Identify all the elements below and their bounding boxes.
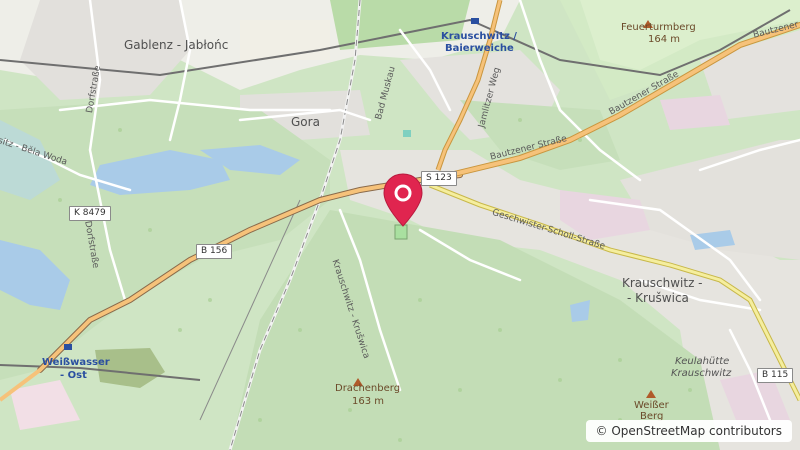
- road-shield-b115: B 115: [757, 368, 794, 383]
- town-label-gablenz: Gablenz - Jabłońc: [124, 38, 229, 52]
- map-attribution[interactable]: © OpenStreetMap contributors: [585, 420, 792, 442]
- road-shield-b156: B 156: [196, 244, 233, 259]
- town-label-krauschwitz-2: - Krušwica: [627, 291, 689, 305]
- peak-label-feuerturmberg: Feuerturmberg: [621, 22, 696, 33]
- station-label-krauschwitz-1: Krauschwitz /: [441, 31, 517, 42]
- town-label-gora: Gora: [291, 115, 320, 129]
- station-label-krauschwitz-2: Baierweiche: [445, 43, 514, 54]
- map-view[interactable]: Gablenz - Jabłońc Gora Krauschwitz - - K…: [0, 0, 800, 450]
- station-label-weisswasser-1: Weißwasser: [42, 357, 110, 368]
- location-marker-icon[interactable]: [382, 172, 424, 228]
- peak-height-feuerturmberg: 164 m: [648, 34, 681, 45]
- peak-label-drachenberg: Drachenberg: [335, 383, 401, 394]
- place-label-keulahuette-1: Keulahütte: [675, 356, 730, 367]
- road-shield-s123: S 123: [421, 171, 457, 186]
- peak-height-drachenberg: 163 m: [352, 396, 385, 407]
- place-label-keulahuette-2: Krauschwitz: [671, 368, 732, 379]
- station-label-weisswasser-2: - Ost: [60, 370, 87, 381]
- road-shield-k8479: K 8479: [69, 206, 111, 221]
- town-label-krauschwitz-1: Krauschwitz -: [622, 276, 703, 290]
